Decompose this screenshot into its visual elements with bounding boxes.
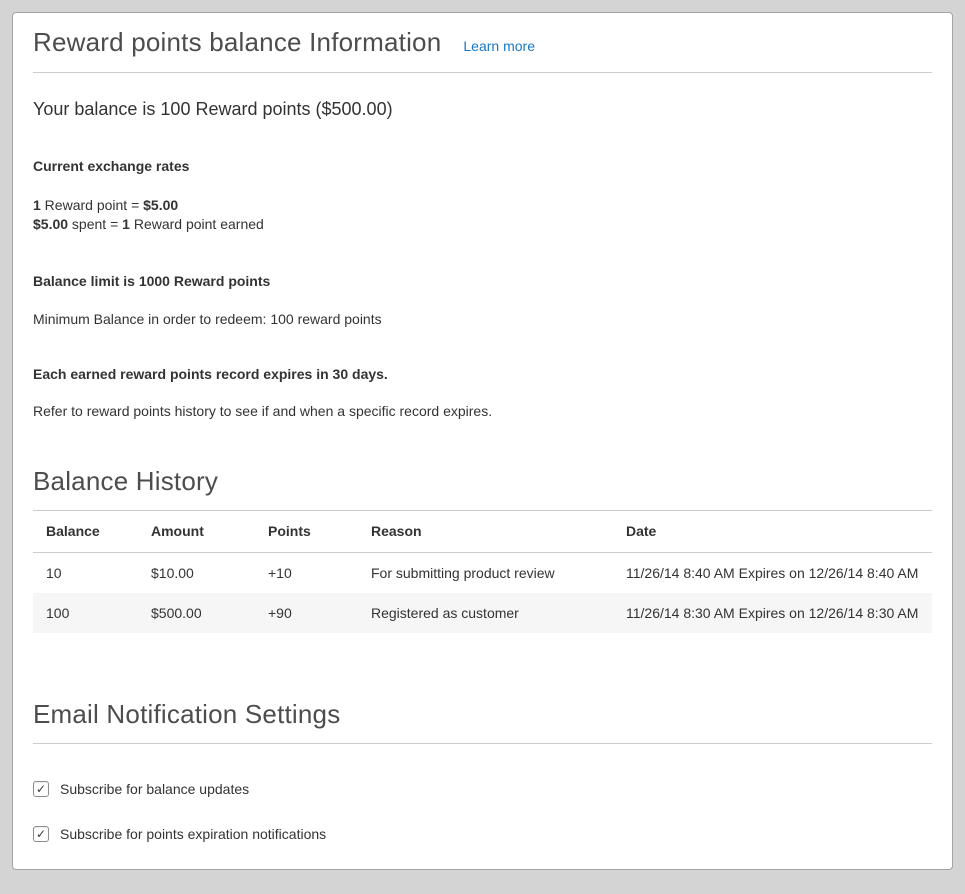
- email-settings-section: Email Notification Settings ✓ Subscribe …: [33, 699, 932, 870]
- cell-date: 11/26/14 8:40 AM Expires on 12/26/14 8:4…: [613, 553, 932, 594]
- table-row: 10 $10.00 +10 For submitting product rev…: [33, 553, 932, 594]
- spend-middle-text: spent =: [68, 216, 122, 232]
- rate-middle-text: Reward point =: [41, 197, 143, 213]
- column-header-date: Date: [613, 511, 932, 553]
- balance-updates-label[interactable]: Subscribe for balance updates: [60, 781, 249, 797]
- table-header-row: Balance Amount Points Reason Date: [33, 511, 932, 553]
- spend-amount-value: $5.00: [33, 216, 68, 232]
- balance-history-heading: Balance History: [33, 466, 932, 511]
- minimum-balance-text: Minimum Balance in order to redeem: 100 …: [33, 311, 932, 327]
- balance-history-table: Balance Amount Points Reason Date 10 $10…: [33, 511, 932, 633]
- column-header-balance: Balance: [33, 511, 138, 553]
- reward-points-panel: Reward points balance Information Learn …: [12, 12, 953, 870]
- page-title: Reward points balance Information: [33, 27, 441, 58]
- rate-point-to-currency: 1 Reward point = $5.00: [33, 196, 932, 215]
- cell-date: 11/26/14 8:30 AM Expires on 12/26/14 8:3…: [613, 593, 932, 633]
- cell-balance: 10: [33, 553, 138, 594]
- rate-points-value: 1: [33, 197, 41, 213]
- balance-limit-text: Balance limit is 1000 Reward points: [33, 273, 932, 289]
- expiry-rule-text: Each earned reward points record expires…: [33, 366, 932, 382]
- expiration-notifications-option: ✓ Subscribe for points expiration notifi…: [33, 826, 932, 842]
- earned-points-value: 1: [122, 216, 130, 232]
- check-icon: ✓: [36, 828, 46, 840]
- column-header-reason: Reason: [358, 511, 613, 553]
- expiration-notifications-checkbox[interactable]: ✓: [33, 826, 49, 842]
- cell-points: +10: [255, 553, 358, 594]
- cell-balance: 100: [33, 593, 138, 633]
- cell-reason: Registered as customer: [358, 593, 613, 633]
- table-row: 100 $500.00 +90 Registered as customer 1…: [33, 593, 932, 633]
- expiry-note-text: Refer to reward points history to see if…: [33, 403, 932, 419]
- balance-updates-checkbox[interactable]: ✓: [33, 781, 49, 797]
- email-settings-heading: Email Notification Settings: [33, 699, 932, 744]
- check-icon: ✓: [36, 783, 46, 795]
- rate-amount-value: $5.00: [143, 197, 178, 213]
- page-title-row: Reward points balance Information Learn …: [33, 27, 932, 73]
- cell-amount: $10.00: [138, 553, 255, 594]
- cell-reason: For submitting product review: [358, 553, 613, 594]
- exchange-rates-heading: Current exchange rates: [33, 158, 932, 174]
- balance-history-section: Balance History Balance Amount Points Re…: [33, 466, 932, 633]
- expiration-notifications-label[interactable]: Subscribe for points expiration notifica…: [60, 826, 326, 842]
- spend-tail-text: Reward point earned: [130, 216, 264, 232]
- cell-points: +90: [255, 593, 358, 633]
- balance-summary: Your balance is 100 Reward points ($500.…: [33, 99, 932, 120]
- rate-currency-to-point: $5.00 spent = 1 Reward point earned: [33, 215, 932, 234]
- column-header-amount: Amount: [138, 511, 255, 553]
- column-header-points: Points: [255, 511, 358, 553]
- balance-updates-option: ✓ Subscribe for balance updates: [33, 781, 932, 797]
- exchange-rate-lines: 1 Reward point = $5.00 $5.00 spent = 1 R…: [33, 196, 932, 234]
- cell-amount: $500.00: [138, 593, 255, 633]
- learn-more-link[interactable]: Learn more: [463, 38, 535, 54]
